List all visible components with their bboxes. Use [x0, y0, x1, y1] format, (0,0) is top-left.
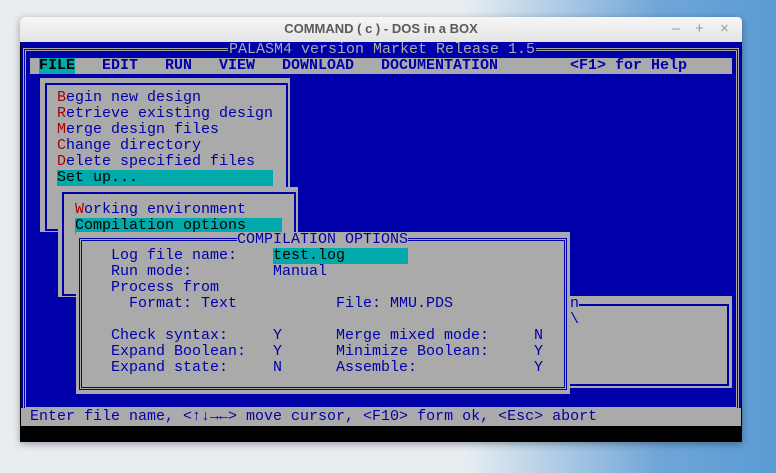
expand-state-label: Expand state:: [111, 359, 229, 376]
log-file-label: Log file name:: [111, 247, 238, 264]
assemble-label: Assemble:: [336, 359, 418, 376]
window-title: COMMAND ( c ) - DOS in a BOX: [284, 21, 478, 36]
dialog-title: COMPILATION OPTIONS: [237, 231, 409, 248]
expand-state-value[interactable]: N: [273, 360, 282, 376]
bottom-row: [21, 426, 741, 442]
merge-mixed-mode-label: Merge mixed mode:: [336, 327, 490, 344]
assemble-value[interactable]: Y: [534, 360, 543, 376]
menu-item-begin-new-design[interactable]: Begin new design: [57, 90, 201, 106]
minimize-boolean-value[interactable]: Y: [534, 344, 543, 360]
expand-boolean-value[interactable]: Y: [273, 344, 282, 360]
status-line: Enter file name, <↑↓→←> move cursor, <F1…: [30, 408, 598, 425]
close-button[interactable]: ×: [720, 20, 729, 37]
minimize-boolean-label: Minimize Boolean:: [336, 343, 490, 360]
dosbox-window: COMMAND ( c ) - DOS in a BOX – + × PALAS…: [20, 17, 742, 442]
menu-documentation[interactable]: DOCUMENTATION: [381, 58, 498, 74]
menu-item-delete-files[interactable]: Delete specified files: [57, 154, 255, 170]
format-field[interactable]: Format: Text: [129, 296, 237, 312]
menu-item-retrieve-design[interactable]: Retrieve existing design: [57, 106, 273, 122]
menu-download[interactable]: DOWNLOAD: [282, 58, 354, 74]
log-file-input[interactable]: test.log: [273, 248, 345, 264]
check-syntax-label: Check syntax:: [111, 327, 229, 344]
menu-edit[interactable]: EDIT: [102, 58, 138, 74]
menu-item-merge-design[interactable]: Merge design files: [57, 122, 219, 138]
menu-view[interactable]: VIEW: [219, 58, 255, 74]
run-mode-value[interactable]: Manual: [273, 264, 327, 280]
window-titlebar[interactable]: COMMAND ( c ) - DOS in a BOX – + ×: [20, 17, 742, 42]
help-hint[interactable]: <F1> for Help: [570, 58, 687, 74]
app-title: PALASM4 version Market Release 1.5: [228, 41, 537, 58]
merge-mixed-mode-value[interactable]: N: [534, 328, 543, 344]
menu-run[interactable]: RUN: [165, 58, 192, 74]
check-syntax-value[interactable]: Y: [273, 328, 282, 344]
file-field[interactable]: File: MMU.PDS: [336, 296, 453, 312]
menu-file[interactable]: FILE: [39, 58, 75, 74]
minimize-button[interactable]: –: [672, 20, 680, 37]
expand-boolean-label: Expand Boolean:: [111, 343, 247, 360]
background-dialog-glyph: \: [570, 311, 580, 328]
dos-screen: PALASM4 version Market Release 1.5 FILE …: [21, 42, 741, 442]
menu-item-working-environment[interactable]: Working environment: [75, 202, 246, 218]
menu-item-set-up[interactable]: Set up...: [57, 170, 138, 186]
maximize-button[interactable]: +: [695, 20, 704, 37]
run-mode-label: Run mode:: [111, 263, 193, 280]
process-from-label: Process from: [111, 279, 220, 296]
menu-item-change-directory[interactable]: Change directory: [57, 138, 201, 154]
